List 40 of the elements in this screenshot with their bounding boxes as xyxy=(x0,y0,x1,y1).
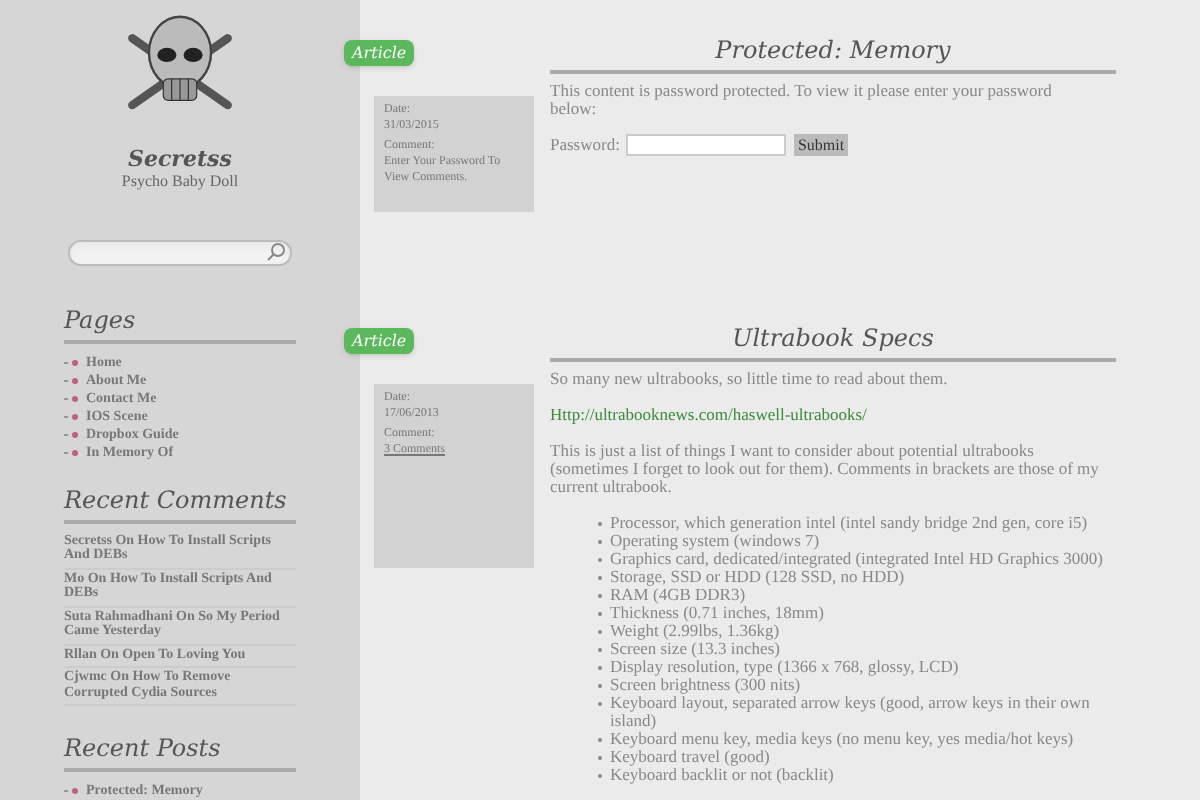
bullet-icon xyxy=(72,377,78,383)
bullet-icon xyxy=(72,395,78,401)
submit-button[interactable]: Submit xyxy=(793,134,849,156)
widget-heading: Pages xyxy=(64,305,296,343)
list-item: Keyboard travel (good) xyxy=(610,748,770,766)
search-field[interactable] xyxy=(68,239,292,265)
list-item: Keyboard backlit or not (backlit) xyxy=(610,766,834,784)
dash-icon xyxy=(64,790,68,792)
article-ribbon: Article xyxy=(344,328,415,354)
article-ribbon: Article xyxy=(344,40,415,66)
post-link[interactable]: Http://ultrabooknews.com/haswell-ultrabooks/ xyxy=(550,406,1116,424)
bullet-icon xyxy=(72,449,78,455)
list-item: Keyboard menu key, media keys (no menu key, yes media/hot keys) xyxy=(610,730,1074,748)
password-label: Password: xyxy=(550,136,620,154)
post-title[interactable]: Ultrabook Specs xyxy=(550,322,1116,362)
bullet-icon xyxy=(72,413,78,419)
list-item: RAM (4GB DDR3) xyxy=(610,586,746,604)
site-tagline: Psycho Baby Doll xyxy=(121,171,239,191)
post-title[interactable]: Protected: Memory xyxy=(550,34,1116,74)
list-item: Weight (2.99lbs, 1.36kg) xyxy=(610,622,780,640)
bullet-icon xyxy=(72,788,78,794)
widget-heading: Recent Comments xyxy=(64,485,296,523)
bullet-icon xyxy=(72,431,78,437)
list-item: Thickness (0.71 inches, 18mm) xyxy=(610,604,824,622)
bullet-icon xyxy=(72,359,78,365)
list-item: Keyboard layout, separated arrow keys (good, arrow keys in their own island) xyxy=(610,694,1092,730)
search-icon[interactable] xyxy=(266,242,286,262)
list-item: Processor, which generation intel (intel sandy bridge 2nd gen, core i5) xyxy=(610,514,1088,532)
list-item: Storage, SSD or HDD (128 SSD, no HDD) xyxy=(610,568,905,586)
list-item: Display resolution, type (1366 x 768, glossy, LCD) xyxy=(610,658,959,676)
post-text: This is just a list of things I want to consider about potential ultrabooks (sometimes I forget to look out for them). Comments in brackets are those of my current ultrabook. xyxy=(550,442,1101,496)
list-item: Operating system (windows 7) xyxy=(610,532,820,550)
list-item: Screen brightness (300 nits) xyxy=(610,676,801,694)
widget-heading: Recent Posts xyxy=(64,734,296,772)
list-item: Graphics card, dedicated/integrated (integrated Intel HD Graphics 3000) xyxy=(610,550,1103,568)
post-text: This content is password protected. To view it please enter your password below: xyxy=(550,82,1054,118)
post-text: So many new ultrabooks, so little time to read about them. xyxy=(550,370,950,388)
password-field[interactable] xyxy=(625,134,786,156)
list-item: Screen size (13.3 inches) xyxy=(610,640,780,658)
site-title[interactable]: Secretss xyxy=(128,145,232,171)
